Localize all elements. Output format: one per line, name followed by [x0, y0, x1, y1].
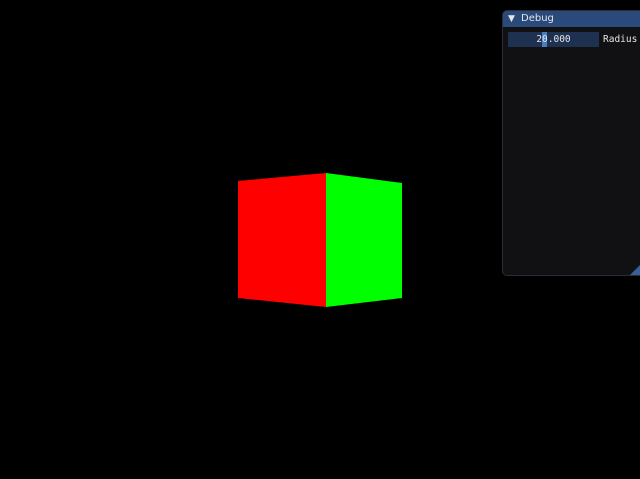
debug-title-bar[interactable]: ▼ Debug	[503, 11, 640, 27]
cube-right-face	[326, 173, 402, 307]
resize-grip-icon[interactable]	[630, 265, 640, 275]
cube-left-face	[238, 173, 326, 307]
radius-slider-label: Radius	[603, 34, 638, 45]
radius-slider[interactable]: 20.000	[508, 32, 599, 47]
debug-window-body: 20.000 Radius	[503, 27, 640, 47]
debug-window-title: Debug	[521, 13, 554, 24]
radius-slider-value: 20.000	[536, 34, 571, 45]
triangle-down-icon[interactable]: ▼	[508, 11, 518, 27]
radius-row: 20.000 Radius	[508, 32, 640, 47]
debug-window[interactable]: ▼ Debug 20.000 Radius	[502, 10, 640, 276]
